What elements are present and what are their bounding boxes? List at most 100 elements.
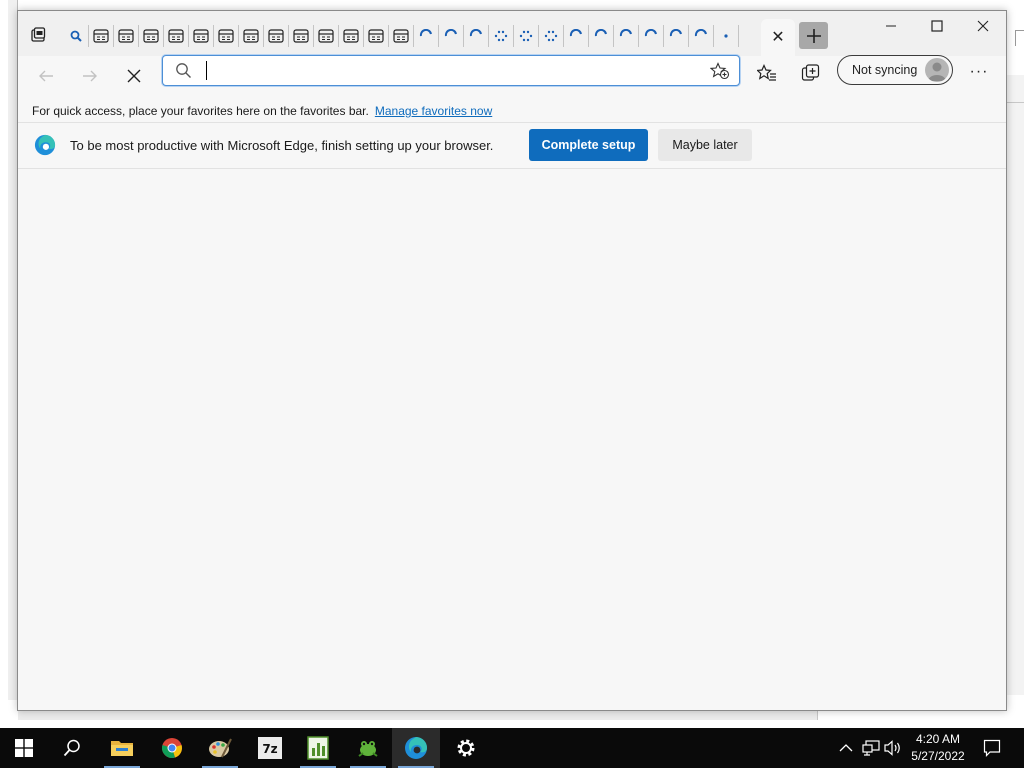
mini-tab[interactable] bbox=[214, 25, 239, 47]
edge-logo-icon bbox=[405, 737, 427, 759]
loading-spinner-icon bbox=[644, 29, 657, 37]
favorites-button[interactable] bbox=[755, 61, 779, 85]
taskbar-file-explorer[interactable] bbox=[98, 728, 146, 768]
page-favicon-icon bbox=[218, 29, 234, 43]
stop-loading-button[interactable] bbox=[118, 60, 150, 92]
mini-tab[interactable] bbox=[589, 25, 614, 47]
arrow-left-icon bbox=[39, 70, 53, 82]
mini-tab[interactable] bbox=[564, 25, 589, 47]
notification-icon bbox=[983, 739, 1001, 757]
mini-tab[interactable] bbox=[389, 25, 414, 47]
taskbar-search-button[interactable] bbox=[48, 728, 96, 768]
mini-tab[interactable] bbox=[164, 25, 189, 47]
mini-tab[interactable] bbox=[614, 25, 639, 47]
tab-actions-menu-button[interactable] bbox=[28, 25, 48, 45]
mini-tab[interactable] bbox=[314, 25, 339, 47]
page-favicon-icon bbox=[343, 29, 359, 43]
maximize-button[interactable] bbox=[914, 11, 960, 41]
loading-spinner-icon bbox=[569, 29, 582, 37]
search-favicon-icon bbox=[70, 30, 82, 42]
maybe-later-button[interactable]: Maybe later bbox=[658, 129, 752, 161]
show-hidden-icons-button[interactable] bbox=[839, 739, 853, 757]
taskbar-7zip[interactable]: 7z bbox=[246, 728, 294, 768]
mini-tab[interactable] bbox=[664, 25, 689, 47]
page-favicon-icon bbox=[243, 29, 259, 43]
profile-sync-button[interactable]: Not syncing bbox=[837, 55, 953, 85]
page-favicon-icon bbox=[193, 29, 209, 43]
back-button[interactable] bbox=[30, 60, 62, 92]
settings-and-more-button[interactable]: ··· bbox=[966, 59, 992, 85]
mini-tab[interactable] bbox=[139, 25, 164, 47]
taskbar-sheet-app[interactable] bbox=[294, 728, 342, 768]
taskbar-edge[interactable] bbox=[392, 728, 440, 768]
mini-tab[interactable] bbox=[439, 25, 464, 47]
close-window-button[interactable] bbox=[960, 11, 1006, 41]
mini-tab[interactable] bbox=[239, 25, 264, 47]
loading-spinner-icon bbox=[519, 30, 533, 42]
mini-tab[interactable] bbox=[289, 25, 314, 47]
edge-logo-icon bbox=[34, 134, 56, 156]
search-icon bbox=[176, 63, 191, 78]
avatar bbox=[925, 58, 949, 82]
taskbar-frog-app[interactable] bbox=[344, 728, 392, 768]
page-favicon-icon bbox=[93, 29, 109, 43]
page-favicon-icon bbox=[268, 29, 284, 43]
new-tab-button[interactable] bbox=[799, 22, 828, 49]
text-caret bbox=[206, 61, 207, 80]
profile-sync-label: Not syncing bbox=[852, 63, 918, 77]
action-center-button[interactable] bbox=[983, 739, 1001, 757]
start-button[interactable] bbox=[0, 728, 48, 768]
loading-spinner-icon bbox=[619, 29, 632, 37]
mini-tab[interactable] bbox=[464, 25, 489, 47]
taskbar-clock[interactable]: 4:20 AM 5/27/2022 bbox=[900, 731, 976, 765]
mini-tab[interactable] bbox=[339, 25, 364, 47]
page-favicon-icon bbox=[368, 29, 384, 43]
address-bar[interactable] bbox=[162, 55, 740, 86]
minimize-button[interactable] bbox=[868, 11, 914, 41]
mini-tab[interactable] bbox=[539, 25, 564, 47]
mini-tab[interactable] bbox=[264, 25, 289, 47]
mini-tab[interactable] bbox=[489, 25, 514, 47]
minimize-icon bbox=[886, 25, 896, 27]
arrow-right-icon bbox=[83, 70, 97, 82]
gear-icon bbox=[457, 739, 475, 757]
page-favicon-icon bbox=[293, 29, 309, 43]
maximize-icon bbox=[931, 20, 943, 32]
collections-icon bbox=[801, 64, 820, 81]
mini-tab[interactable] bbox=[514, 25, 539, 47]
network-status-button[interactable] bbox=[862, 739, 880, 757]
clock-date: 5/27/2022 bbox=[911, 749, 965, 763]
taskbar-settings[interactable] bbox=[442, 728, 490, 768]
close-tab-button[interactable]: ✕ bbox=[771, 29, 784, 46]
taskbar-paint[interactable] bbox=[196, 728, 244, 768]
mini-tab[interactable] bbox=[89, 25, 114, 47]
mini-tab[interactable] bbox=[639, 25, 664, 47]
mini-tab[interactable] bbox=[714, 25, 739, 47]
active-tab[interactable]: ✕ bbox=[761, 19, 795, 56]
mini-tab[interactable] bbox=[414, 25, 439, 47]
forward-button[interactable] bbox=[74, 60, 106, 92]
mini-tab[interactable] bbox=[64, 25, 89, 47]
close-icon bbox=[127, 69, 141, 83]
search-icon bbox=[63, 739, 80, 757]
taskbar: 7z 4:20 AM 5/27/2022 bbox=[0, 728, 1024, 768]
person-icon bbox=[928, 62, 946, 81]
paint-palette-icon bbox=[209, 738, 232, 758]
background-window-right-corner bbox=[1015, 30, 1024, 46]
collections-button[interactable] bbox=[799, 61, 823, 85]
address-input[interactable] bbox=[203, 60, 693, 81]
setup-infobar: To be most productive with Microsoft Edg… bbox=[18, 122, 1006, 169]
mini-tab[interactable] bbox=[364, 25, 389, 47]
loading-spinner-icon bbox=[494, 30, 508, 42]
complete-setup-button[interactable]: Complete setup bbox=[529, 129, 648, 161]
setup-message: To be most productive with Microsoft Edg… bbox=[70, 138, 494, 153]
favorites-bar-message: For quick access, place your favorites h… bbox=[32, 104, 369, 118]
manage-favorites-link[interactable]: Manage favorites now bbox=[375, 104, 492, 118]
mini-tab[interactable] bbox=[689, 25, 714, 47]
add-favorite-icon[interactable] bbox=[710, 62, 730, 80]
mini-tab[interactable] bbox=[114, 25, 139, 47]
taskbar-chrome[interactable] bbox=[148, 728, 196, 768]
mini-tab[interactable] bbox=[189, 25, 214, 47]
page-content-area bbox=[18, 169, 1006, 710]
page-favicon-icon bbox=[393, 29, 409, 43]
